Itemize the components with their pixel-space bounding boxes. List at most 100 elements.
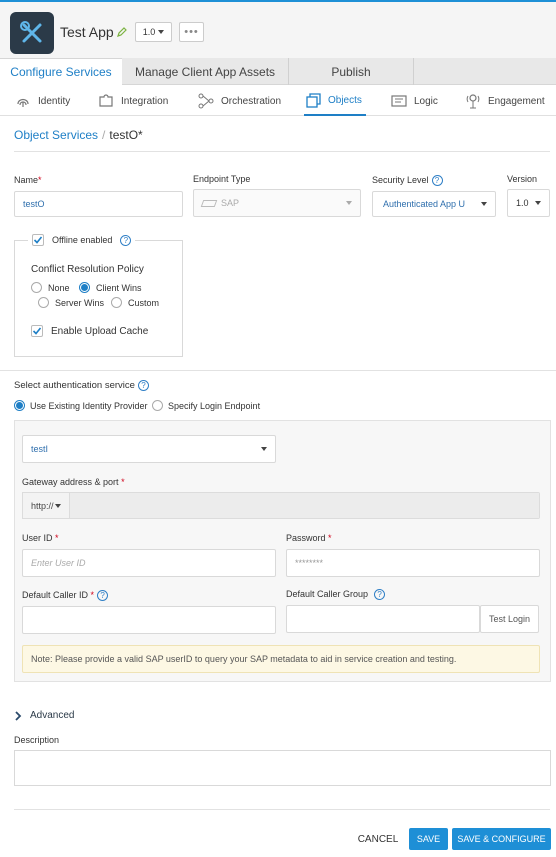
app-version-value: 1.0 — [142, 27, 156, 37]
password-input[interactable]: ******** — [286, 549, 540, 577]
app-title: Test App — [60, 24, 114, 40]
subtab-integration-label: Integration — [121, 95, 169, 107]
use-existing-idp-label: Use Existing Identity Provider — [30, 400, 148, 411]
specify-login-endpoint-row[interactable]: Specify Login Endpoint — [152, 400, 260, 411]
advanced-toggle[interactable]: Advanced — [14, 710, 74, 721]
radio-none[interactable] — [31, 282, 42, 293]
radio-custom[interactable] — [111, 297, 122, 308]
subtab-identity-label: Identity — [38, 95, 71, 107]
save-and-configure-button[interactable]: SAVE & CONFIGURE — [452, 828, 551, 850]
divider — [0, 370, 556, 371]
radio-server-wins-row[interactable]: Server Wins — [38, 297, 104, 308]
divider — [14, 809, 550, 810]
divider — [14, 151, 550, 152]
logic-icon — [391, 95, 407, 107]
security-level-label: Security Level? — [372, 175, 443, 187]
radio-none-label: None — [48, 282, 70, 293]
identity-provider-select[interactable]: testI — [22, 435, 276, 463]
upload-cache-checkbox[interactable] — [31, 325, 43, 337]
radio-client-wins-row[interactable]: Client Wins — [79, 282, 142, 293]
breadcrumb-separator: / — [102, 128, 106, 142]
offline-enabled-checkbox[interactable] — [32, 234, 44, 246]
app-icon — [10, 12, 54, 54]
app-version-dropdown[interactable]: 1.0 — [135, 22, 172, 42]
radio-custom-row[interactable]: Custom — [111, 297, 159, 308]
radio-server-wins-label: Server Wins — [55, 297, 105, 308]
help-icon[interactable]: ? — [431, 175, 443, 187]
password-label: Password * — [286, 533, 332, 543]
save-button[interactable]: SAVE — [409, 828, 448, 850]
upload-cache-label: Enable Upload Cache — [51, 325, 149, 337]
endpoint-type-value: SAP — [221, 198, 240, 208]
default-caller-group-label: Default Caller Group? — [286, 589, 386, 601]
tab-configure-services[interactable]: Configure Services — [0, 58, 122, 85]
sap-note: Note: Please provide a valid SAP userID … — [22, 645, 540, 673]
radio-client-wins[interactable] — [79, 282, 90, 293]
chevron-down-icon — [158, 30, 165, 34]
offline-enabled-label: Offline enabled — [52, 235, 113, 245]
version-select[interactable]: 1.0 — [507, 189, 550, 217]
tools-icon — [20, 21, 42, 43]
chevron-down-icon — [261, 447, 267, 451]
breadcrumb-object-services[interactable]: Object Services — [14, 128, 98, 142]
radio-none-row[interactable]: None — [31, 282, 70, 293]
endpoint-type-select: SAP — [193, 189, 361, 217]
subtab-orchestration-label: Orchestration — [221, 95, 282, 107]
offline-enabled-row: Offline enabled ? — [28, 234, 136, 246]
chevron-down-icon — [535, 201, 541, 205]
subtab-logic[interactable]: Logic — [390, 86, 438, 116]
subtab-engagement[interactable]: Engagement — [464, 86, 545, 116]
help-icon[interactable]: ? — [374, 589, 386, 601]
default-caller-id-label: Default Caller ID *? — [22, 590, 109, 602]
conflict-policy-label: Conflict Resolution Policy — [31, 264, 144, 275]
subtab-orchestration[interactable]: Orchestration — [197, 86, 281, 116]
endpoint-type-label: Endpoint Type — [193, 174, 251, 184]
radio-use-existing-idp[interactable] — [14, 400, 25, 411]
gateway-protocol-value: http:// — [31, 500, 54, 511]
subtab-engagement-label: Engagement — [488, 95, 545, 107]
subtab-logic-label: Logic — [414, 95, 438, 107]
identity-provider-value: testI — [31, 444, 49, 454]
service-subtabs: Identity Integration Orchestration Objec… — [0, 86, 556, 116]
chevron-down-icon — [346, 201, 352, 205]
subtab-objects[interactable]: Objects — [304, 86, 366, 116]
cancel-button[interactable]: CANCEL — [355, 829, 401, 849]
security-level-select[interactable]: Authenticated App U — [372, 191, 496, 217]
user-id-input[interactable]: Enter User ID — [22, 549, 276, 577]
subtab-integration[interactable]: Integration — [97, 86, 168, 116]
gateway-protocol-select[interactable]: http:// — [22, 492, 70, 519]
tab-publish[interactable]: Publish — [289, 58, 414, 85]
name-input[interactable]: testO — [14, 191, 183, 217]
advanced-label: Advanced — [30, 710, 75, 721]
security-level-value: Authenticated App U — [383, 199, 466, 209]
use-existing-idp-row[interactable]: Use Existing Identity Provider — [14, 400, 148, 411]
subtab-identity[interactable]: Identity — [14, 86, 70, 116]
help-icon[interactable]: ? — [137, 380, 149, 391]
flow-icon — [198, 93, 214, 109]
checkmark-icon — [33, 236, 43, 244]
help-icon[interactable]: ? — [97, 590, 109, 602]
tab-manage-client-app-assets[interactable]: Manage Client App Assets — [122, 58, 289, 85]
radio-server-wins[interactable] — [38, 297, 49, 308]
name-label: Name* — [14, 175, 42, 185]
chevron-down-icon — [481, 202, 487, 206]
default-caller-id-input[interactable] — [22, 606, 276, 634]
user-id-label: User ID * — [22, 533, 59, 543]
app-header: Test App 1.0 ••• — [0, 0, 556, 58]
auth-service-label: Select authentication service? — [14, 380, 149, 391]
radio-specify-login-endpoint[interactable] — [152, 400, 163, 411]
breadcrumb-current: testO* — [109, 128, 143, 142]
breadcrumb: Object Services / testO* — [14, 128, 143, 142]
gateway-address-input[interactable] — [70, 493, 539, 518]
help-icon[interactable]: ? — [120, 234, 132, 246]
default-caller-group-input[interactable] — [286, 605, 480, 633]
engagement-icon — [466, 94, 480, 109]
chevron-down-icon — [54, 503, 61, 508]
more-options-button[interactable]: ••• — [179, 22, 204, 42]
description-textarea[interactable] — [14, 750, 551, 786]
edit-pencil-icon[interactable] — [116, 26, 128, 38]
puzzle-icon — [99, 94, 113, 107]
objects-icon — [306, 93, 321, 108]
chevron-right-icon — [15, 710, 22, 721]
test-login-button[interactable]: Test Login — [480, 605, 539, 633]
